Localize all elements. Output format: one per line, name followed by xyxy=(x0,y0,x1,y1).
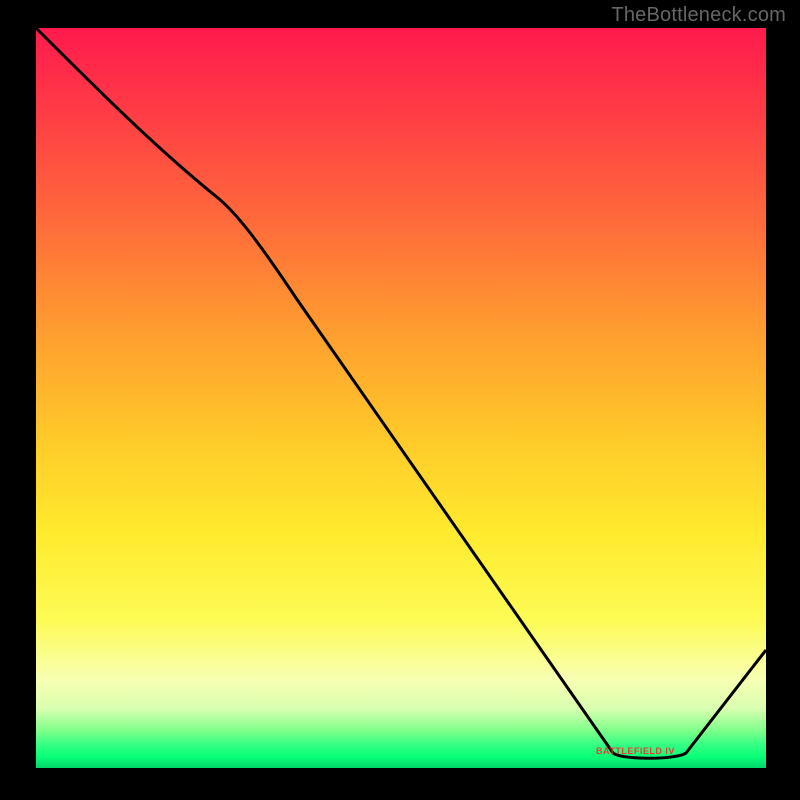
bottleneck-curve xyxy=(36,28,766,768)
plot-area: BATTLEFIELD IV xyxy=(36,28,766,768)
chart-container: TheBottleneck.com BATTLEFIELD IV xyxy=(0,0,800,800)
curve-path xyxy=(36,28,766,758)
watermark-text: TheBottleneck.com xyxy=(611,4,786,27)
optimal-zone-label: BATTLEFIELD IV xyxy=(596,746,675,756)
